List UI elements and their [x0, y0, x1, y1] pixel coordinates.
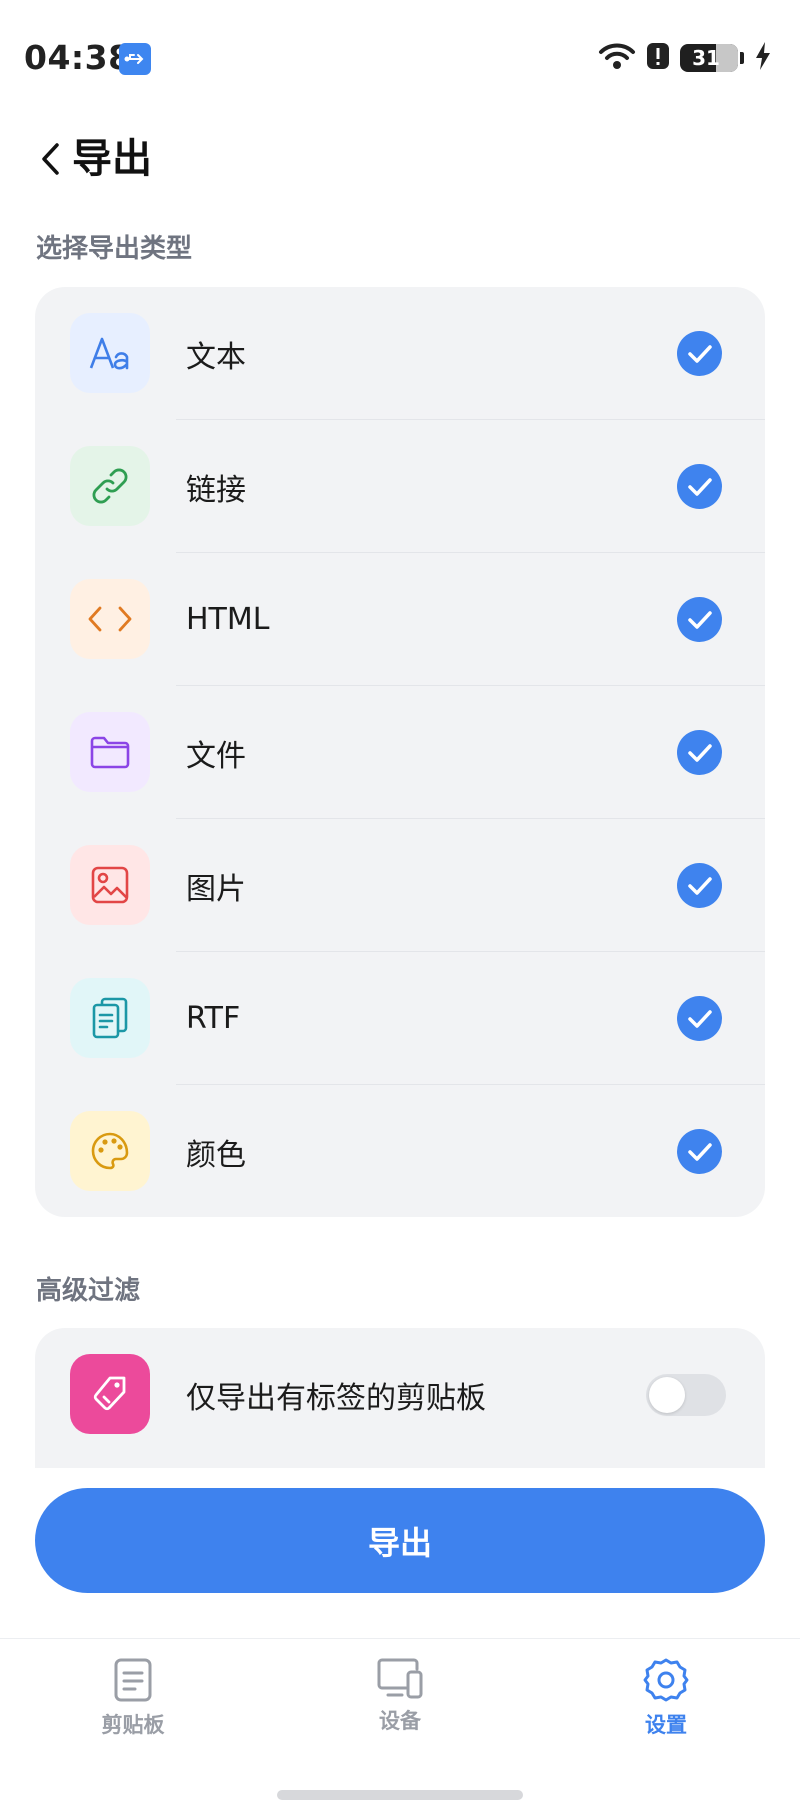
nav-label: 设置: [645, 1713, 687, 1737]
alert-icon: [646, 41, 670, 75]
type-label: HTML: [186, 602, 270, 637]
type-row-rtf[interactable]: RTF: [35, 952, 765, 1085]
type-label: 文本: [186, 339, 246, 375]
image-icon: [70, 845, 150, 925]
filter-label: 仅导出有标签的剪贴板: [186, 1380, 486, 1416]
check-icon[interactable]: [677, 1129, 722, 1174]
bottom-nav: 剪贴板 设备 设置: [0, 1638, 800, 1814]
settings-icon: [643, 1658, 689, 1702]
status-time: 04:38: [24, 38, 132, 77]
folder-icon: [70, 712, 150, 792]
document-icon: [70, 978, 150, 1058]
tag-icon: [70, 1354, 150, 1434]
filter-row-tagged-only[interactable]: 仅导出有标签的剪贴板: [35, 1328, 765, 1461]
nav-label: 设备: [379, 1709, 421, 1733]
type-label: 图片: [186, 871, 246, 907]
nav-item-clipboard[interactable]: 剪贴板: [63, 1657, 203, 1757]
type-row-text[interactable]: 文本: [35, 287, 765, 420]
back-button[interactable]: [24, 132, 78, 186]
battery-level: 31: [692, 46, 720, 70]
usb-icon: [119, 43, 151, 75]
toggle-knob: [649, 1377, 685, 1413]
check-icon[interactable]: [677, 863, 722, 908]
text-icon: [70, 313, 150, 393]
nav-item-settings[interactable]: 设置: [596, 1657, 736, 1757]
chevron-left-icon: [42, 143, 59, 175]
check-icon[interactable]: [677, 464, 722, 509]
header: 导出: [0, 118, 800, 208]
type-row-image[interactable]: 图片: [35, 819, 765, 952]
clipboard-icon: [114, 1658, 152, 1702]
type-row-color[interactable]: 颜色: [35, 1085, 765, 1217]
wifi-icon: [598, 41, 636, 75]
devices-icon: [377, 1658, 423, 1699]
type-label: RTF: [186, 1001, 241, 1036]
check-icon[interactable]: [677, 996, 722, 1041]
status-bar: 04:38 31: [0, 0, 800, 118]
export-types-card: 文本 链接 HTML 文件 图片 RTF 颜色: [35, 287, 765, 1217]
type-label: 文件: [186, 738, 246, 774]
tagged-only-toggle[interactable]: [646, 1374, 726, 1416]
battery-nub: [740, 52, 744, 64]
export-button[interactable]: 导出: [35, 1488, 765, 1593]
palette-icon: [70, 1111, 150, 1191]
nav-item-devices[interactable]: 设备: [330, 1657, 470, 1757]
battery-icon: 31: [680, 44, 738, 72]
charging-icon: [754, 41, 772, 75]
page-title: 导出: [72, 136, 152, 182]
type-row-link[interactable]: 链接: [35, 420, 765, 553]
type-row-html[interactable]: HTML: [35, 553, 765, 686]
home-indicator: [277, 1790, 523, 1800]
type-label: 链接: [186, 472, 246, 508]
type-label: 颜色: [186, 1137, 246, 1173]
section-label-export-types: 选择导出类型: [36, 234, 193, 264]
nav-label: 剪贴板: [101, 1713, 165, 1737]
advanced-filter-card: 仅导出有标签的剪贴板: [35, 1328, 765, 1468]
section-label-advanced-filter: 高级过滤: [36, 1276, 141, 1306]
check-icon[interactable]: [677, 730, 722, 775]
code-icon: [70, 579, 150, 659]
type-row-file[interactable]: 文件: [35, 686, 765, 819]
check-icon[interactable]: [677, 597, 722, 642]
link-icon: [70, 446, 150, 526]
check-icon[interactable]: [677, 331, 722, 376]
